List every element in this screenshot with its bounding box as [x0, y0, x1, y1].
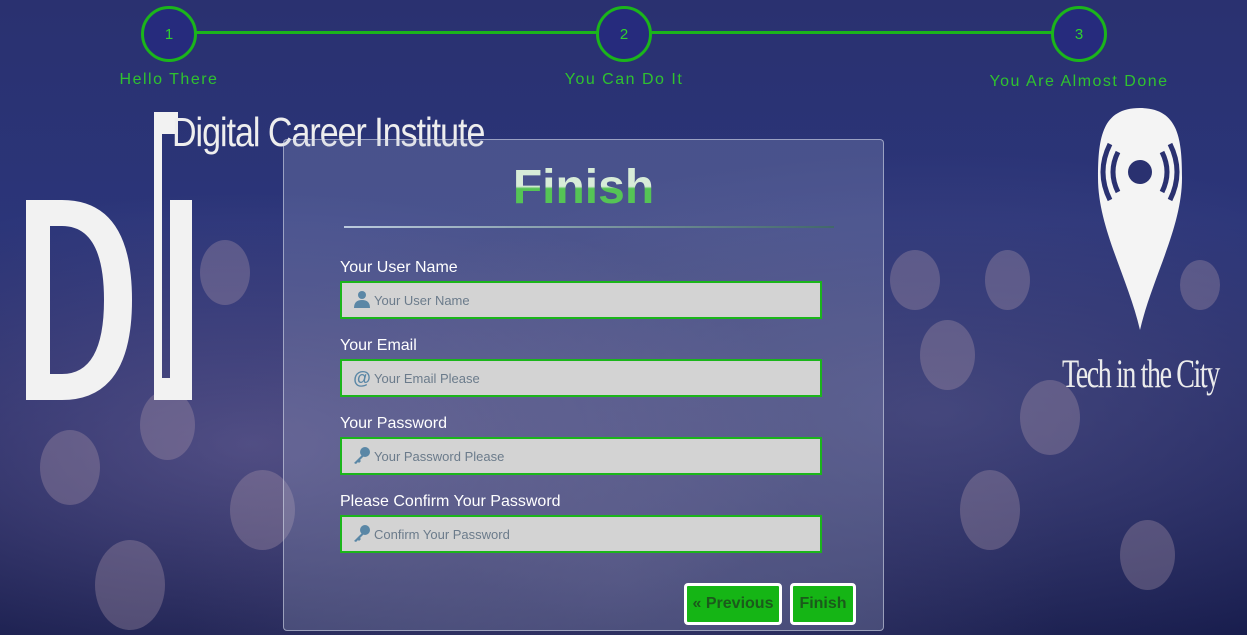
confirm-password-field[interactable] [340, 515, 822, 553]
step-1-label: Hello There [119, 71, 219, 88]
password-field[interactable] [340, 437, 822, 475]
form-title: Finish [284, 160, 883, 215]
username-label: Your User Name [340, 259, 458, 276]
step-1-circle[interactable]: 1 [141, 6, 197, 62]
confirm-password-label: Please Confirm Your Password [340, 493, 561, 510]
step-2-circle[interactable]: 2 [596, 6, 652, 62]
title-divider [344, 226, 834, 228]
key-icon [352, 524, 372, 544]
confirm-password-input[interactable] [374, 517, 814, 551]
email-field[interactable]: @ [340, 359, 822, 397]
step-3-circle[interactable]: 3 [1051, 6, 1107, 62]
username-input[interactable] [374, 283, 814, 317]
signup-card: Finish Your User Name Your Email @ Your … [283, 139, 884, 631]
password-input[interactable] [374, 439, 814, 473]
key-icon [352, 446, 372, 466]
step-3-label: You Are Almost Done [989, 73, 1169, 90]
progress-line [196, 31, 598, 34]
email-input[interactable] [374, 361, 814, 395]
finish-button[interactable]: Finish [790, 583, 856, 625]
at-icon: @ [353, 368, 371, 388]
user-icon [352, 290, 372, 310]
password-label: Your Password [340, 415, 448, 432]
progress-stepper: 1 2 3 Hello There You Can Do It You Are … [0, 0, 1247, 100]
username-field[interactable] [340, 281, 822, 319]
previous-button[interactable]: « Previous [684, 583, 782, 625]
email-label: Your Email [340, 337, 417, 354]
progress-line [650, 31, 1052, 34]
tech-in-the-city-logo-text: Tech in the City [1062, 351, 1220, 396]
step-2-label: You Can Do It [564, 71, 684, 88]
